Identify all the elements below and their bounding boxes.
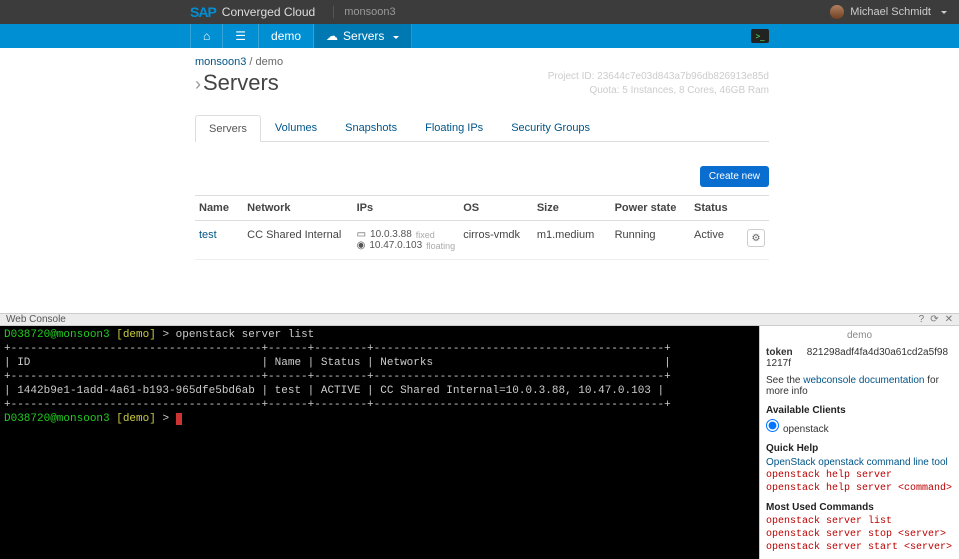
tab-security-groups[interactable]: Security Groups bbox=[497, 114, 604, 141]
col-power: Power state bbox=[611, 196, 690, 221]
web-console: Web Console ? ⟳ ✕ D038720@monsoon3 [demo… bbox=[0, 313, 959, 539]
home-icon: ⌂ bbox=[203, 29, 210, 43]
tabs: Servers Volumes Snapshots Floating IPs S… bbox=[195, 114, 769, 142]
server-power: Running bbox=[611, 221, 690, 260]
cmd-sample[interactable]: openstack help server <command> bbox=[766, 483, 953, 494]
server-size: m1.medium bbox=[533, 221, 611, 260]
doc-line: See the webconsole documentation for mor… bbox=[766, 375, 953, 397]
client-openstack-label: openstack bbox=[783, 424, 829, 435]
tab-servers[interactable]: Servers bbox=[195, 115, 261, 142]
avatar bbox=[830, 5, 844, 19]
available-clients-title: Available Clients bbox=[766, 405, 953, 416]
tab-volumes[interactable]: Volumes bbox=[261, 114, 331, 141]
global-header: SAP Converged Cloud monsoon3 Michael Sch… bbox=[0, 0, 959, 24]
chevron-down-icon bbox=[937, 6, 947, 18]
token-label: token bbox=[766, 347, 804, 358]
gear-icon: ⚙ bbox=[751, 233, 760, 244]
breadcrumb-current: demo bbox=[256, 56, 284, 68]
client-openstack-radio[interactable] bbox=[766, 419, 779, 432]
main-content: monsoon3 / demo ›Servers Project ID: 236… bbox=[0, 48, 959, 260]
nav-list[interactable]: ☰ bbox=[223, 24, 259, 48]
cmd-sample[interactable]: openstack help server bbox=[766, 470, 953, 481]
user-name: Michael Schmidt bbox=[850, 6, 931, 18]
col-os: OS bbox=[459, 196, 533, 221]
sap-logo: SAP bbox=[190, 4, 216, 20]
doc-link[interactable]: webconsole documentation bbox=[803, 375, 924, 386]
col-name: Name bbox=[195, 196, 243, 221]
servers-table: Name Network IPs OS Size Power state Sta… bbox=[195, 195, 769, 260]
most-used-title: Most Used Commands bbox=[766, 502, 953, 513]
close-icon[interactable]: ✕ bbox=[945, 314, 953, 325]
project-quota: Quota: 5 Instances, 8 Cores, 46GB Ram bbox=[548, 84, 769, 98]
quick-help-link[interactable]: OpenStack openstack command line tool bbox=[766, 457, 948, 468]
col-network: Network bbox=[243, 196, 352, 221]
server-network: CC Shared Internal bbox=[243, 221, 352, 260]
col-ips: IPs bbox=[353, 196, 460, 221]
project-id: Project ID: 23644c7e03d843a7b96db826913e… bbox=[548, 70, 769, 84]
help-icon[interactable]: ? bbox=[919, 314, 925, 325]
nav-demo[interactable]: demo bbox=[259, 24, 314, 48]
user-menu[interactable]: Michael Schmidt bbox=[830, 5, 947, 19]
cmd-sample[interactable]: openstack server stop <server> bbox=[766, 529, 953, 540]
server-status: Active bbox=[690, 221, 743, 260]
terminal[interactable]: D038720@monsoon3 [demo] > openstack serv… bbox=[0, 326, 759, 559]
breadcrumb: monsoon3 / demo bbox=[195, 56, 769, 68]
col-size: Size bbox=[533, 196, 611, 221]
side-context: demo bbox=[766, 330, 953, 341]
primary-nav: ⌂ ☰ demo ☁ Servers >_ bbox=[0, 24, 959, 48]
server-os: cirros-vmdk bbox=[459, 221, 533, 260]
cloud-icon: ☁ bbox=[326, 29, 338, 43]
quick-help-title: Quick Help bbox=[766, 443, 953, 454]
tab-snapshots[interactable]: Snapshots bbox=[331, 114, 411, 141]
console-header: Web Console ? ⟳ ✕ bbox=[0, 313, 959, 326]
row-actions-button[interactable]: ⚙ bbox=[747, 229, 765, 247]
tab-floating-ips[interactable]: Floating IPs bbox=[411, 114, 497, 141]
create-new-button[interactable]: Create new bbox=[700, 166, 769, 187]
refresh-icon[interactable]: ⟳ bbox=[930, 314, 938, 325]
chevron-down-icon bbox=[389, 29, 399, 43]
nav-servers[interactable]: ☁ Servers bbox=[314, 24, 412, 48]
product-title: Converged Cloud bbox=[222, 5, 315, 19]
environment-label[interactable]: monsoon3 bbox=[333, 6, 395, 18]
col-actions bbox=[743, 196, 769, 221]
col-status: Status bbox=[690, 196, 743, 221]
server-name-link[interactable]: test bbox=[199, 229, 217, 241]
cmd-sample[interactable]: openstack server start <server> bbox=[766, 542, 953, 553]
cmd-sample[interactable]: openstack server list bbox=[766, 516, 953, 527]
table-row: test CC Shared Internal ▭10.0.3.88 fixed… bbox=[195, 221, 769, 260]
page-title: ›Servers bbox=[195, 70, 279, 96]
terminal-toggle-button[interactable]: >_ bbox=[751, 29, 769, 43]
console-title: Web Console bbox=[6, 314, 66, 325]
list-icon: ☰ bbox=[235, 29, 246, 43]
nic-icon: ▭ bbox=[357, 229, 366, 240]
nav-home[interactable]: ⌂ bbox=[190, 24, 223, 48]
console-sidebar: demo token 821298adf4fa4d30a61cd2a5f9812… bbox=[759, 326, 959, 559]
project-meta: Project ID: 23644c7e03d843a7b96db826913e… bbox=[548, 70, 769, 98]
breadcrumb-parent[interactable]: monsoon3 bbox=[195, 56, 246, 68]
globe-icon: ◉ bbox=[357, 240, 366, 251]
server-ips: ▭10.0.3.88 fixed ◉10.47.0.103 floating bbox=[353, 221, 460, 260]
